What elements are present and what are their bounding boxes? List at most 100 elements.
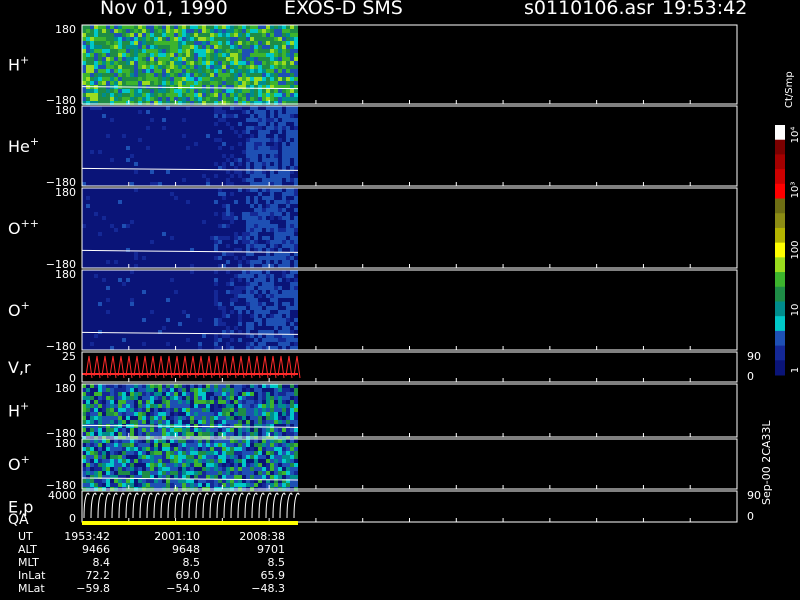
spectrogram-cell xyxy=(214,200,218,204)
spectrogram-cell xyxy=(218,150,222,154)
spectrogram-cell xyxy=(98,110,102,114)
spectrogram-cell xyxy=(114,228,118,232)
spectrogram-cell xyxy=(242,93,246,97)
spectrogram-cell xyxy=(250,122,254,126)
spectrogram-cell xyxy=(146,69,150,73)
spectrogram-cell xyxy=(98,408,102,412)
spectrogram-cell xyxy=(226,33,230,37)
spectrogram-cell xyxy=(294,114,298,118)
spectrogram-cell xyxy=(198,334,202,338)
spectrogram-cell xyxy=(230,240,234,244)
spectrogram-cell xyxy=(142,396,146,400)
spectrogram-cell xyxy=(110,158,114,162)
spectrogram-cell xyxy=(118,130,122,134)
spectrogram-cell xyxy=(170,396,174,400)
spectrogram-cell xyxy=(238,73,242,77)
spectrogram-cell xyxy=(270,89,274,93)
spectrogram-cell xyxy=(206,77,210,81)
spectrogram-cell xyxy=(118,174,122,178)
spectrogram-cell xyxy=(178,346,182,350)
spectrogram-cell xyxy=(258,334,262,338)
spectrogram-cell xyxy=(186,192,190,196)
spectrogram-cell xyxy=(234,212,238,216)
spectrogram-cell xyxy=(134,162,138,166)
spectrogram-cell xyxy=(234,232,238,236)
spectrogram-cell xyxy=(110,240,114,244)
spectrogram-cell xyxy=(270,146,274,150)
spectrogram-cell xyxy=(166,216,170,220)
spectrogram-cell xyxy=(94,170,98,174)
spectrogram-cell xyxy=(238,196,242,200)
spectrogram-cell xyxy=(90,114,94,118)
spectrogram-cell xyxy=(274,248,278,252)
spectrogram-cell xyxy=(290,294,294,298)
spectrogram-cell xyxy=(198,57,202,61)
spectrogram-cell xyxy=(150,412,154,416)
spectrogram-cell xyxy=(182,93,186,97)
spectrogram-cell xyxy=(150,306,154,310)
spectrogram-cell xyxy=(142,404,146,408)
spectrogram-cell xyxy=(142,290,146,294)
spectrogram-cell xyxy=(290,53,294,57)
spectrogram-cell xyxy=(106,342,110,346)
spectrogram-cell xyxy=(250,134,254,138)
spectrogram-cell xyxy=(114,122,118,126)
spectrogram-cell xyxy=(138,240,142,244)
spectrogram-cell xyxy=(194,85,198,89)
spectrogram-cell xyxy=(238,298,242,302)
spectrogram-cell xyxy=(122,158,126,162)
spectrogram-cell xyxy=(150,384,154,388)
spectrogram-cell xyxy=(222,89,226,93)
spectrogram-cell xyxy=(198,400,202,404)
spectrogram-cell xyxy=(158,29,162,33)
spectrogram-cell xyxy=(154,216,158,220)
spectrogram-cell xyxy=(194,212,198,216)
spectrogram-cell xyxy=(258,93,262,97)
spectrogram-cell xyxy=(106,270,110,274)
spectrogram-cell xyxy=(86,65,90,69)
spectrogram-cell xyxy=(106,37,110,41)
spectrogram-cell xyxy=(194,45,198,49)
spectrogram-cell xyxy=(222,392,226,396)
spectrogram-cell xyxy=(86,29,90,33)
spectrogram-cell xyxy=(142,118,146,122)
spectrogram-cell xyxy=(126,69,130,73)
spectrogram-cell xyxy=(118,298,122,302)
spectrogram-cell xyxy=(194,286,198,290)
spectrogram-cell xyxy=(110,264,114,268)
spectrogram-cell xyxy=(282,37,286,41)
spectrogram-cell xyxy=(234,260,238,264)
spectrogram-cell xyxy=(110,342,114,346)
spectrogram-cell xyxy=(226,178,230,182)
spectrogram-cell xyxy=(106,396,110,400)
spectrogram-cell xyxy=(166,182,170,186)
spectrogram-cell xyxy=(238,158,242,162)
spectrogram-cell xyxy=(150,220,154,224)
spectrogram-cell xyxy=(274,110,278,114)
spectrogram-cell xyxy=(94,178,98,182)
spectrogram-cell xyxy=(282,53,286,57)
spectrogram-cell xyxy=(178,224,182,228)
spectrogram-cell xyxy=(258,192,262,196)
spectrogram-cell xyxy=(162,388,166,392)
spectrogram-cell xyxy=(294,93,298,97)
spectrogram-cell xyxy=(238,334,242,338)
spectrogram-cell xyxy=(130,57,134,61)
spectrogram-cell xyxy=(130,166,134,170)
spectrogram-cell xyxy=(174,252,178,256)
spectrogram-cell xyxy=(242,65,246,69)
spectrogram-cell xyxy=(170,65,174,69)
spectrogram-cell xyxy=(270,220,274,224)
spectrogram-cell xyxy=(142,65,146,69)
spectrogram-cell xyxy=(258,216,262,220)
spectrogram-cell xyxy=(238,122,242,126)
spectrogram-cell xyxy=(106,248,110,252)
spectrogram-cell xyxy=(114,256,118,260)
spectrogram-cell xyxy=(130,252,134,256)
spectrogram-cell xyxy=(262,192,266,196)
spectrogram-cell xyxy=(226,260,230,264)
spectrogram-cell xyxy=(246,260,250,264)
spectrogram-cell xyxy=(262,134,266,138)
spectrogram-cell xyxy=(110,346,114,350)
spectrogram-cell xyxy=(278,208,282,212)
